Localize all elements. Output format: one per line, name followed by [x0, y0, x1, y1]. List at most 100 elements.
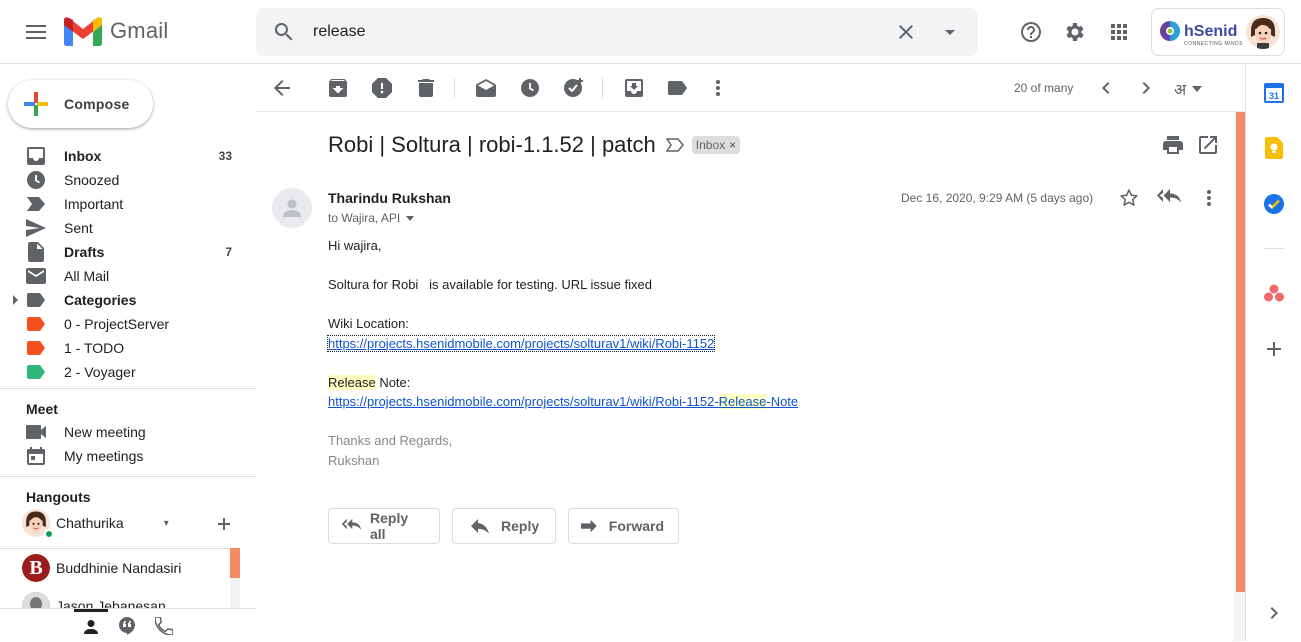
- chat-quote-icon: [119, 617, 135, 635]
- back-button[interactable]: [270, 76, 294, 100]
- nav-label: Inbox: [64, 148, 102, 164]
- contacts-scrollbar[interactable]: [230, 548, 240, 608]
- expand-caret-icon[interactable]: [11, 295, 19, 305]
- search-input[interactable]: [313, 20, 873, 44]
- message-more-button[interactable]: [1199, 188, 1219, 208]
- reply-icon: [471, 518, 489, 534]
- sender-avatar[interactable]: [272, 188, 312, 228]
- show-details-icon[interactable]: [406, 215, 415, 221]
- nav-item-snoozed[interactable]: Snoozed: [0, 168, 256, 192]
- mailbox-nav: Inbox 33 Snoozed Important Sent Drafts 7…: [0, 144, 256, 384]
- labels-button[interactable]: [666, 76, 690, 100]
- reply-all-icon: [341, 518, 362, 530]
- nav-item-label-todo[interactable]: 1 - TODO: [0, 336, 256, 360]
- show-side-panel-icon[interactable]: [1263, 602, 1285, 624]
- nav-item-label-voyager[interactable]: 2 - Voyager: [0, 360, 256, 384]
- add-task-icon: [564, 78, 583, 97]
- email-date: Dec 16, 2020, 9:29 AM (5 days ago): [901, 191, 1094, 205]
- get-addons-icon[interactable]: [1263, 338, 1285, 360]
- tasks-addon-icon[interactable]: [1263, 193, 1285, 215]
- open-new-window-button[interactable]: [1199, 136, 1217, 154]
- hangouts-contact-list: B Buddhinie Nandasiri Jason Jebanesan: [0, 548, 240, 608]
- nav-item-drafts[interactable]: Drafts 7: [0, 240, 256, 264]
- account-avatar[interactable]: [1246, 15, 1280, 49]
- status-dropdown-icon[interactable]: ▾: [164, 518, 169, 529]
- importance-marker-icon[interactable]: [665, 138, 684, 152]
- input-tools-button[interactable]: अ: [1174, 78, 1203, 100]
- newer-button[interactable]: [1094, 76, 1118, 100]
- delete-button[interactable]: [414, 76, 438, 100]
- email-body: Hi wajira, Soltura for Robi is available…: [326, 238, 1208, 472]
- toolbar-divider: [602, 78, 603, 98]
- keep-addon-icon[interactable]: [1263, 137, 1285, 159]
- search-highlight: Release: [718, 394, 767, 409]
- my-meetings-item[interactable]: My meetings: [0, 444, 256, 468]
- nav-item-sent[interactable]: Sent: [0, 216, 256, 240]
- gmail-logo[interactable]: Gmail: [64, 16, 168, 46]
- apps-grid-icon[interactable]: [1107, 20, 1131, 44]
- clear-search-icon[interactable]: [894, 20, 918, 44]
- inbox-icon: [26, 146, 46, 166]
- new-meeting-item[interactable]: New meeting: [0, 420, 256, 444]
- more-vert-icon: [1207, 190, 1211, 206]
- sender-name[interactable]: Tharindu Rukshan: [328, 190, 451, 206]
- search-bar: [256, 8, 978, 56]
- nav-item-label-projectserver[interactable]: 0 - ProjectServer: [0, 312, 256, 336]
- mark-unread-button[interactable]: [474, 76, 498, 100]
- add-to-tasks-button[interactable]: [562, 76, 586, 100]
- scrollbar-thumb[interactable]: [1236, 112, 1245, 592]
- closing: Thanks and Regards,: [328, 433, 453, 448]
- reply-all-icon-button[interactable]: [1157, 188, 1181, 208]
- release-note-link[interactable]: https://projects.hsenidmobile.com/projec…: [328, 394, 798, 409]
- contact-avatar: B: [22, 554, 50, 582]
- forward-label: Forward: [608, 518, 664, 534]
- add-contact-icon[interactable]: [214, 514, 234, 534]
- calendar-addon-icon[interactable]: 31: [1263, 81, 1285, 103]
- star-outline-icon: [1120, 189, 1138, 206]
- online-status-dot: [44, 529, 54, 539]
- print-all-button[interactable]: [1163, 136, 1183, 154]
- asana-addon-icon[interactable]: [1263, 282, 1285, 304]
- reply-actions: Reply all Reply Forward: [328, 508, 691, 544]
- archive-button[interactable]: [326, 76, 350, 100]
- account-switcher[interactable]: hSenid CONNECTING MINDS: [1151, 8, 1285, 56]
- scrollbar-thumb[interactable]: [230, 548, 240, 578]
- hamburger-icon: [26, 25, 46, 39]
- star-button[interactable]: [1119, 188, 1139, 208]
- nav-label: Categories: [64, 292, 137, 308]
- reply-all-button[interactable]: Reply all: [328, 508, 440, 544]
- phone-tab[interactable]: [155, 617, 173, 635]
- nav-item-categories[interactable]: Categories: [0, 288, 256, 312]
- report-spam-button[interactable]: [370, 76, 394, 100]
- contacts-tab[interactable]: [74, 609, 108, 642]
- self-name: Chathurika: [56, 515, 124, 531]
- main-menu-button[interactable]: [20, 16, 52, 48]
- nav-item-inbox[interactable]: Inbox 33: [0, 144, 256, 168]
- forward-button[interactable]: Forward: [568, 508, 679, 544]
- main-scrollbar[interactable]: [1234, 112, 1245, 641]
- compose-plus-icon: [24, 92, 48, 116]
- settings-gear-icon[interactable]: [1063, 20, 1087, 44]
- conversations-tab[interactable]: [118, 617, 136, 635]
- compose-button[interactable]: Compose: [8, 80, 153, 128]
- search-options-icon[interactable]: [938, 20, 962, 44]
- search-icon[interactable]: [272, 20, 296, 44]
- wiki-link[interactable]: https://projects.hsenidmobile.com/projec…: [326, 334, 716, 352]
- contact-avatar: [22, 592, 50, 608]
- contact-item[interactable]: Jason Jebanesan: [0, 587, 240, 608]
- contact-item[interactable]: B Buddhinie Nandasiri: [0, 549, 240, 587]
- cartoon-avatar-icon: [1251, 18, 1275, 49]
- older-button[interactable]: [1134, 76, 1158, 100]
- top-header: Gmail hSenid C: [0, 0, 1301, 64]
- nav-item-all-mail[interactable]: All Mail: [0, 264, 256, 288]
- contact-name: Jason Jebanesan: [56, 598, 166, 608]
- recipients-text: to Wajira, API: [328, 211, 401, 225]
- remove-label-icon[interactable]: ×: [729, 138, 736, 152]
- reply-button[interactable]: Reply: [452, 508, 556, 544]
- help-icon[interactable]: [1019, 20, 1043, 44]
- nav-label: Sent: [64, 220, 93, 236]
- more-actions-button[interactable]: [706, 76, 730, 100]
- snooze-button[interactable]: [518, 76, 542, 100]
- nav-item-important[interactable]: Important: [0, 192, 256, 216]
- move-to-button[interactable]: [622, 76, 646, 100]
